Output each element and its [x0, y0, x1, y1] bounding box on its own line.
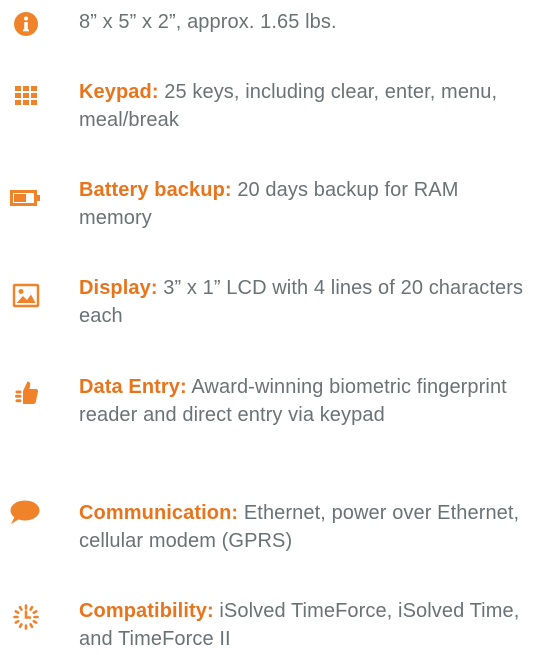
spec-label: Data Entry:	[79, 376, 187, 398]
info-icon	[14, 12, 38, 36]
spec-text: Data Entry: Award-winning biometric fing…	[79, 373, 534, 429]
spec-label: Compatibility:	[79, 600, 214, 622]
spec-text: 8” x 5” x 2”, approx. 1.65 lbs.	[79, 8, 534, 36]
battery-icon	[10, 190, 40, 206]
spec-label: Display:	[79, 277, 158, 299]
clock-icon	[13, 604, 39, 630]
spec-label: Battery backup:	[79, 179, 232, 201]
spec-label: Keypad:	[79, 81, 159, 103]
spec-text: Keypad: 25 keys, including clear, enter,…	[79, 78, 534, 134]
spec-text: Battery backup: 20 days backup for RAM m…	[79, 176, 534, 232]
spec-text: Communication: Ethernet, power over Ethe…	[79, 499, 534, 555]
spec-text: Compatibility: iSolved TimeForce, iSolve…	[79, 597, 534, 653]
keypad-icon	[15, 86, 37, 105]
spec-list: 8” x 5” x 2”, approx. 1.65 lbs. Keypad: …	[0, 0, 543, 655]
spec-text: Display: 3” x 1” LCD with 4 lines of 20 …	[79, 274, 534, 330]
speech-bubble-icon	[10, 500, 40, 524]
spec-label: Communication:	[79, 502, 239, 524]
thumbs-up-icon	[15, 381, 39, 404]
image-icon	[12, 283, 40, 308]
spec-value: 8” x 5” x 2”, approx. 1.65 lbs.	[79, 11, 337, 33]
